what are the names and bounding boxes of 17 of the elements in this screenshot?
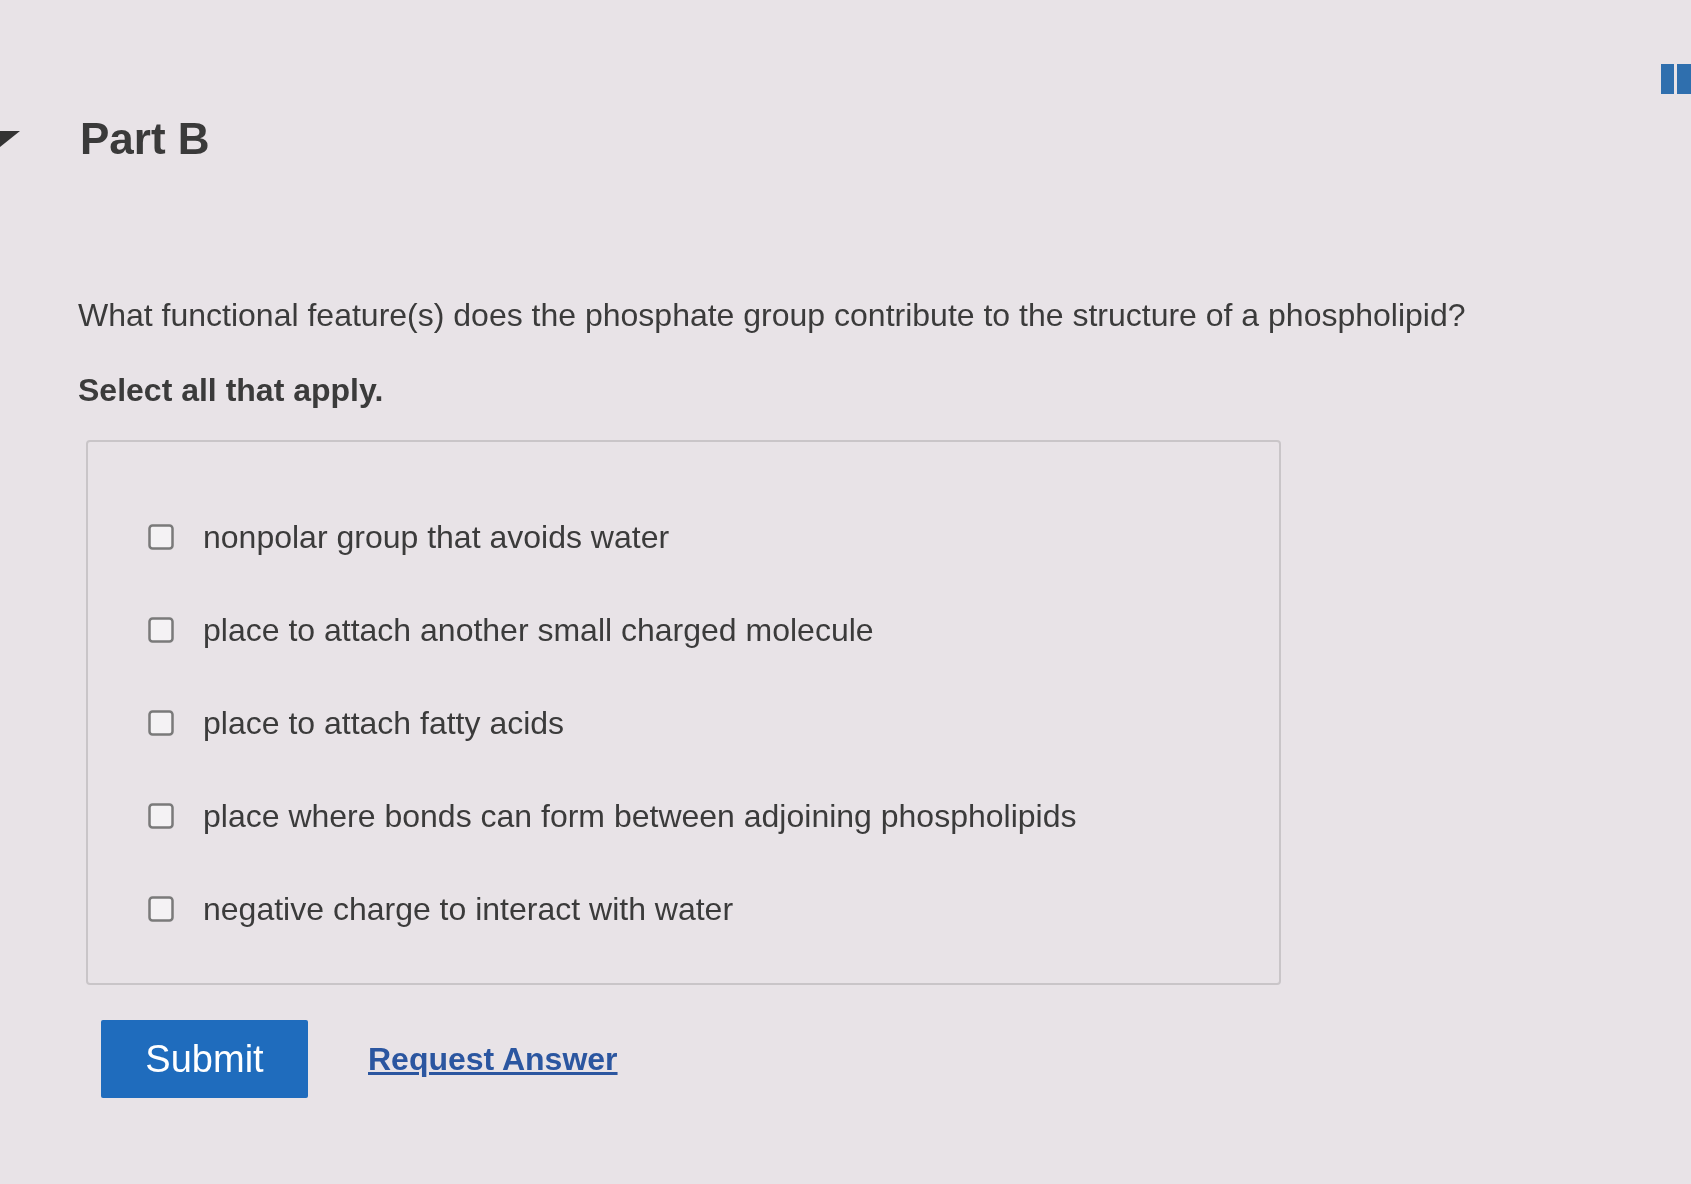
part-title: Part B: [80, 113, 210, 165]
option-label[interactable]: nonpolar group that avoids water: [203, 517, 670, 557]
checkbox[interactable]: [148, 524, 174, 550]
submit-button[interactable]: Submit: [101, 1020, 308, 1098]
option-label[interactable]: place to attach fatty acids: [203, 703, 565, 743]
bars-icon: [1661, 64, 1691, 94]
caret-icon[interactable]: [0, 130, 20, 147]
checkbox[interactable]: [148, 803, 174, 829]
option-label[interactable]: place where bonds can form between adjoining phospholipids: [203, 796, 1077, 836]
checkbox[interactable]: [148, 617, 174, 643]
request-answer-link[interactable]: Request Answer: [368, 1035, 618, 1083]
option-label[interactable]: negative charge to interact with water: [203, 889, 734, 929]
checkbox[interactable]: [148, 710, 174, 736]
question-text: What functional feature(s) does the phosphate group contribute to the structure of a phospholipid?: [78, 296, 1466, 335]
checkbox[interactable]: [148, 896, 174, 922]
option-label[interactable]: place to attach another small charged molecule: [203, 610, 874, 650]
instruction-text: Select all that apply.: [78, 371, 384, 410]
